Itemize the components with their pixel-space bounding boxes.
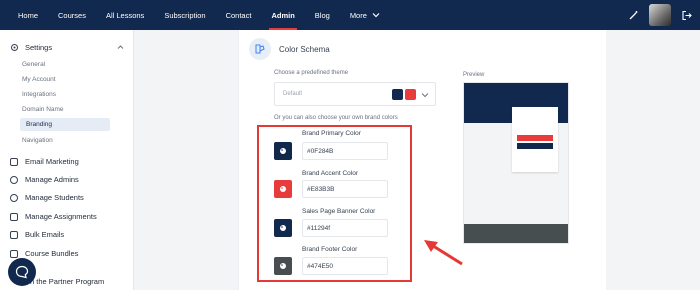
sidebar-item-label: Manage Assignments bbox=[25, 212, 97, 221]
sidebar-item-label: Manage Admins bbox=[25, 175, 79, 184]
sidebar-item-branding[interactable]: Branding bbox=[20, 118, 110, 131]
sidebar-item-manage-students[interactable]: Manage Students bbox=[10, 193, 84, 202]
preview-footer bbox=[464, 224, 568, 243]
sidebar-item-label: Manage Students bbox=[25, 193, 84, 202]
sidebar-item-manage-assignments[interactable]: Manage Assignments bbox=[10, 212, 97, 221]
nav-actions bbox=[628, 4, 692, 26]
palette-icon bbox=[249, 38, 271, 60]
gear-icon bbox=[11, 44, 18, 51]
nav-all-lessons[interactable]: All Lessons bbox=[96, 0, 154, 30]
theme-select[interactable]: Default bbox=[274, 82, 436, 106]
sidebar-item-navigation[interactable]: Navigation bbox=[22, 137, 53, 144]
chat-icon bbox=[15, 265, 29, 279]
sidebar-item-course-bundles[interactable]: Course Bundles bbox=[10, 249, 78, 258]
preview-label: Preview bbox=[463, 72, 485, 78]
theme-preview bbox=[463, 82, 569, 244]
sidebar-item-general[interactable]: General bbox=[22, 61, 45, 68]
preview-primary-bar bbox=[517, 143, 553, 149]
nav-subscription[interactable]: Subscription bbox=[154, 0, 215, 30]
chevron-up-icon bbox=[117, 45, 124, 49]
bundle-icon bbox=[10, 249, 18, 258]
sidebar-item-my-account[interactable]: My Account bbox=[22, 76, 56, 83]
theme-swatch-primary bbox=[392, 89, 403, 100]
mail-icon bbox=[10, 230, 18, 239]
sidebar-item-bulk-emails[interactable]: Bulk Emails bbox=[10, 230, 64, 239]
sidebar-item-partner-program[interactable]: n the Partner Program bbox=[30, 277, 104, 286]
clipboard-icon bbox=[10, 212, 18, 221]
nav-contact[interactable]: Contact bbox=[216, 0, 262, 30]
sidebar-item-label: n the Partner Program bbox=[30, 277, 105, 286]
chevron-down-icon bbox=[372, 13, 380, 18]
avatar[interactable] bbox=[649, 4, 671, 26]
sidebar-item-email-marketing[interactable]: Email Marketing bbox=[10, 157, 79, 166]
nav-home[interactable]: Home bbox=[8, 0, 48, 30]
theme-select-value: Default bbox=[283, 91, 303, 97]
sidebar-item-label: Email Marketing bbox=[25, 157, 79, 166]
preview-card bbox=[512, 107, 558, 172]
sidebar-group-label: Settings bbox=[25, 43, 53, 52]
nav-more[interactable]: More bbox=[340, 0, 390, 30]
top-nav: Home Courses All Lessons Subscription Co… bbox=[0, 0, 700, 30]
highlight-box bbox=[257, 125, 412, 282]
magic-wand-icon[interactable] bbox=[628, 10, 639, 21]
chevron-down-icon bbox=[421, 93, 429, 98]
sidebar-item-label: Course Bundles bbox=[25, 249, 79, 258]
sidebar-item-integrations[interactable]: Integrations bbox=[22, 91, 56, 98]
custom-colors-label: Or you can also choose your own brand co… bbox=[274, 115, 398, 121]
theme-label: Choose a predefined theme bbox=[274, 70, 349, 76]
sidebar-item-manage-admins[interactable]: Manage Admins bbox=[10, 175, 79, 184]
nav-more-label: More bbox=[349, 10, 367, 20]
sidebar-group-settings[interactable]: Settings bbox=[10, 43, 124, 52]
sidebar-item-label: Bulk Emails bbox=[25, 230, 65, 239]
nav-admin[interactable]: Admin bbox=[261, 0, 304, 30]
nav-blog[interactable]: Blog bbox=[305, 0, 340, 30]
section-title: Color Schema bbox=[279, 45, 330, 54]
sidebar: Settings General My Account Integrations… bbox=[0, 30, 134, 290]
theme-swatch-accent bbox=[405, 89, 416, 100]
nav-courses[interactable]: Courses bbox=[48, 0, 96, 30]
preview-accent-bar bbox=[517, 135, 553, 141]
user-icon bbox=[10, 175, 18, 184]
chat-launcher-button[interactable] bbox=[8, 258, 36, 286]
email-icon bbox=[10, 157, 18, 166]
users-icon bbox=[10, 193, 18, 202]
logout-icon[interactable] bbox=[681, 10, 692, 21]
sidebar-item-domain-name[interactable]: Domain Name bbox=[22, 106, 64, 113]
